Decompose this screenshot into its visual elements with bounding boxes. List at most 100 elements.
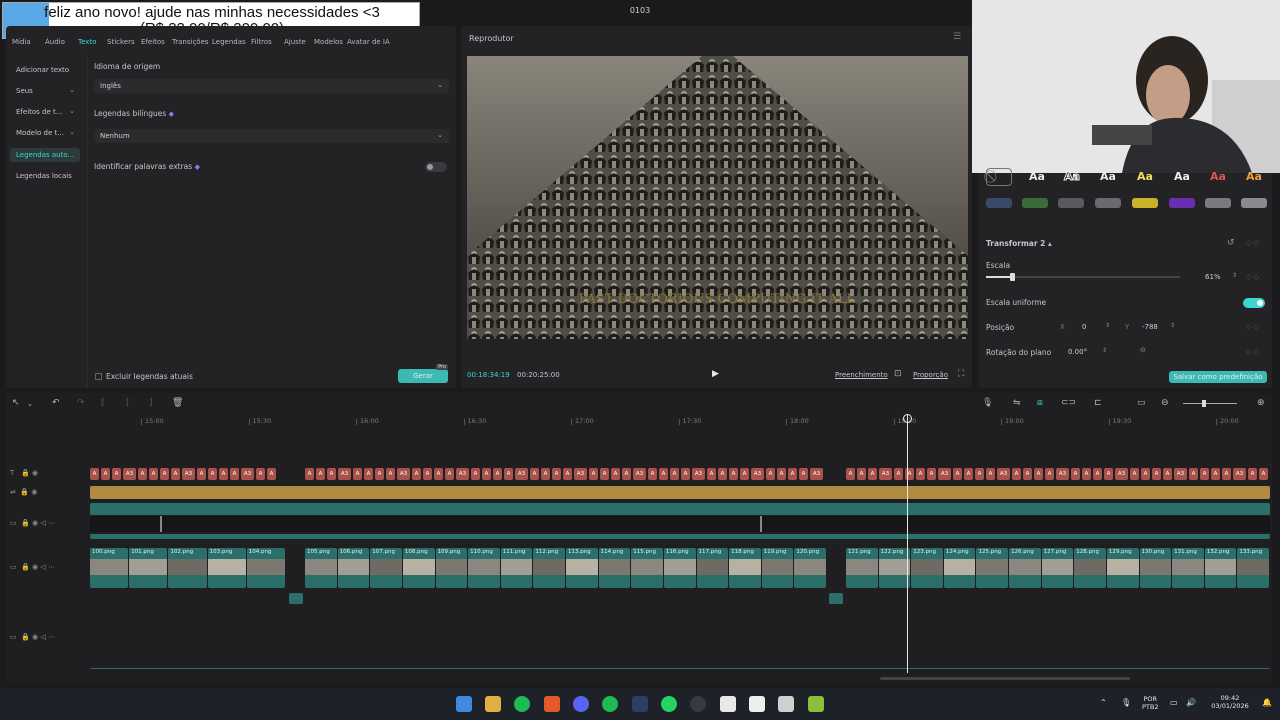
playhead[interactable] <box>907 414 908 673</box>
language-indicator[interactable]: POR PTB2 <box>1142 695 1159 711</box>
text-clip[interactable]: A3 <box>338 468 351 480</box>
linkage-icon[interactable]: ⊂⊃ <box>1061 398 1076 408</box>
text-clip[interactable]: A <box>563 468 572 480</box>
text-clip[interactable]: A <box>846 468 855 480</box>
text-clip[interactable]: A3 <box>574 468 587 480</box>
style-preset-2[interactable]: Aa <box>1059 170 1085 184</box>
style-swatch-2[interactable] <box>1022 198 1048 208</box>
text-clip[interactable]: A <box>740 468 749 480</box>
text-clip[interactable]: A <box>953 468 962 480</box>
zoom-out-icon[interactable]: ⊖ <box>1161 398 1169 408</box>
text-clip[interactable]: A <box>1211 468 1220 480</box>
tab-modelos[interactable]: Modelos <box>314 38 343 46</box>
text-clip[interactable]: A3 <box>751 468 764 480</box>
text-clip[interactable]: A <box>160 468 169 480</box>
text-clip[interactable]: A <box>101 468 110 480</box>
text-clip[interactable]: A <box>412 468 421 480</box>
text-clip[interactable]: A <box>305 468 314 480</box>
spotify-icon-2[interactable] <box>602 696 618 712</box>
text-clip[interactable]: A3 <box>1056 468 1069 480</box>
image-clip[interactable]: 132.png <box>1204 548 1237 588</box>
image-clip[interactable]: 133.png <box>1237 548 1269 588</box>
eye-icon[interactable]: ◉ <box>32 563 38 571</box>
zoom-slider[interactable] <box>1183 400 1237 407</box>
image-clip[interactable]: 125.png <box>976 548 1009 588</box>
text-clip[interactable]: A3 <box>1233 468 1246 480</box>
menu-icon[interactable]: ☰ <box>953 32 961 42</box>
redo-icon[interactable]: ↷ <box>77 398 85 408</box>
mute-icon[interactable]: ◁ <box>40 633 45 641</box>
style-swatch-7[interactable] <box>1205 198 1231 208</box>
source-language-select[interactable]: Inglês ⌄ <box>94 79 449 93</box>
timeline-scrollbar[interactable] <box>880 677 1130 680</box>
text-clip[interactable]: A3 <box>997 468 1010 480</box>
text-clip[interactable]: A <box>1222 468 1231 480</box>
calculator-icon[interactable] <box>778 696 794 712</box>
text-clip[interactable]: A <box>707 468 716 480</box>
text-clip[interactable]: A <box>1104 468 1113 480</box>
text-clip[interactable]: A <box>1045 468 1054 480</box>
sidebar-item-seus[interactable]: Seus ⌄ <box>10 84 80 98</box>
zoom-in-icon[interactable]: ⊕ <box>1257 398 1265 408</box>
text-clip[interactable]: A <box>149 468 158 480</box>
undo-icon[interactable]: ↶ <box>52 398 60 408</box>
text-clip[interactable]: A3 <box>123 468 136 480</box>
adjustment-clip[interactable] <box>90 486 1270 499</box>
image-clip[interactable]: 121.png <box>846 548 878 588</box>
text-clip[interactable]: A <box>1034 468 1043 480</box>
spotify-icon[interactable] <box>514 696 530 712</box>
transition-marker-icon[interactable] <box>829 593 843 604</box>
text-clip[interactable]: A <box>493 468 502 480</box>
text-clip[interactable]: A <box>659 468 668 480</box>
mute-icon[interactable]: ◁ <box>40 563 45 571</box>
more-icon[interactable]: ⋯ <box>48 633 55 641</box>
text-clip[interactable]: A <box>386 468 395 480</box>
tab-filtros[interactable]: Filtros <box>251 38 272 46</box>
trim-right-icon[interactable]: ] <box>149 398 153 408</box>
lock-icon[interactable]: 🔒 <box>21 469 30 477</box>
tab-efeitos[interactable]: Efeitos <box>141 38 165 46</box>
save-preset-button[interactable]: Salvar como predefinição <box>1169 371 1267 383</box>
capcut-icon[interactable] <box>749 696 765 712</box>
image-clip[interactable]: 126.png <box>1009 548 1041 588</box>
lock-icon[interactable]: 🔒 <box>21 563 30 571</box>
tab-audio[interactable]: Áudio <box>45 38 65 46</box>
text-clip[interactable]: A <box>975 468 984 480</box>
network-icon[interactable]: ▭ <box>1170 698 1178 707</box>
file-explorer-icon[interactable] <box>485 696 501 712</box>
scale-slider[interactable] <box>986 273 1180 281</box>
text-clip[interactable]: A <box>230 468 239 480</box>
text-clip[interactable]: A <box>267 468 276 480</box>
eye-icon[interactable]: ◉ <box>32 633 38 641</box>
text-clip[interactable]: A <box>445 468 454 480</box>
rotation-dial-icon[interactable]: ⊖ <box>1140 346 1146 354</box>
image-clip[interactable]: 100.png <box>90 548 129 588</box>
start-icon[interactable] <box>456 696 472 712</box>
text-clip[interactable]: A <box>766 468 775 480</box>
style-swatch-6[interactable] <box>1169 198 1195 208</box>
text-clip[interactable]: A <box>541 468 550 480</box>
keyframe-icon[interactable]: ◇ ◇ <box>1246 323 1259 331</box>
text-clip[interactable]: A <box>423 468 432 480</box>
image-clip[interactable]: 105.png <box>305 548 337 588</box>
style-swatch-3[interactable] <box>1058 198 1084 208</box>
image-clip[interactable]: 120.png <box>794 548 826 588</box>
text-clip[interactable]: A <box>504 468 513 480</box>
text-clip[interactable]: A <box>927 468 936 480</box>
split-icon[interactable]: ⫿ <box>101 398 104 408</box>
image-clip[interactable]: 110.png <box>468 548 500 588</box>
text-clip[interactable]: A <box>1082 468 1091 480</box>
image-clip[interactable]: 112.png <box>533 548 565 588</box>
text-clip[interactable]: A <box>964 468 973 480</box>
text-clip[interactable]: A3 <box>456 468 469 480</box>
rotation-stepper-icon[interactable]: ⇕ <box>1102 347 1107 354</box>
text-clip[interactable]: A <box>90 468 99 480</box>
obs-icon[interactable] <box>690 696 706 712</box>
style-swatch-4[interactable] <box>1095 198 1121 208</box>
text-clip[interactable]: A <box>552 468 561 480</box>
text-clip[interactable]: A <box>1141 468 1150 480</box>
style-preset-7[interactable]: Aa <box>1241 170 1267 184</box>
image-clip[interactable]: 124.png <box>943 548 976 588</box>
text-clip[interactable]: A <box>1023 468 1032 480</box>
text-clip[interactable]: A <box>482 468 491 480</box>
